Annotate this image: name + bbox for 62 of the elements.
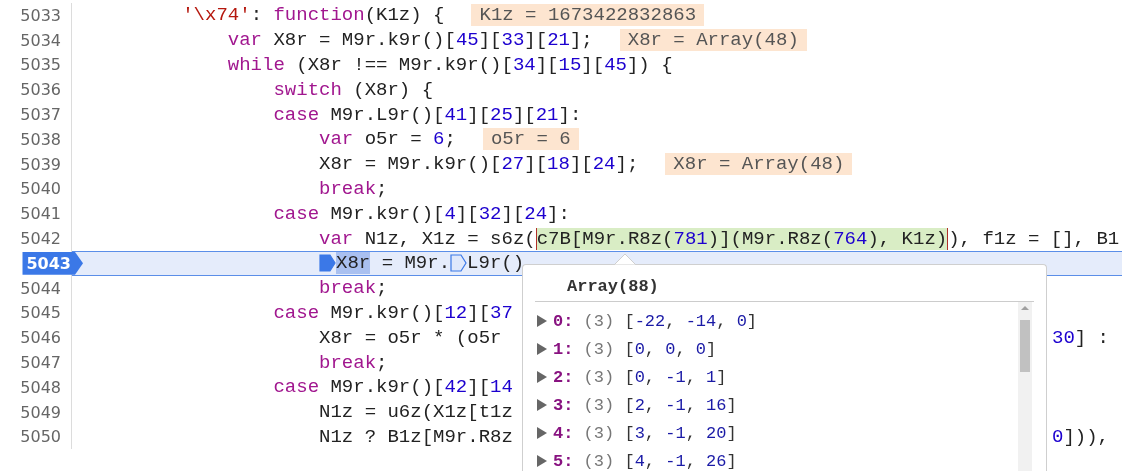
code-text: var o5r = 6; [319,128,456,151]
array-entry[interactable]: 5: (3) [4, -1, 26] [553,451,737,471]
array-entry[interactable]: 2: (3) [0, -1, 1] [553,367,727,387]
line-number[interactable]: 5047 [20,353,61,373]
code-text: break; [319,351,388,374]
code-text: 30] : [1052,326,1110,349]
code-text: while (X8r !== M9r.k9r()[34][15][45]) { [227,54,673,76]
code-text: break; [319,177,388,200]
line-number[interactable]: 5039 [20,154,61,174]
code-text: N1z = u6z(X1z[t1z [319,401,513,424]
code-text: var N1z, X1z = s6z( [319,227,536,250]
line-number[interactable]: 5036 [20,80,61,100]
inline-value: X8r = Array(48) [665,153,853,176]
array-entry[interactable]: 3: (3) [2, -1, 16] [553,395,737,415]
array-entry[interactable]: 1: (3) [0, 0, 0] [553,339,717,359]
line-number[interactable]: 5044 [20,278,61,298]
line-number[interactable]: 5038 [20,129,61,149]
code-text: var X8r = M9r.k9r()[45][33][21]; [227,29,593,52]
line-number[interactable]: 5033 [20,5,61,25]
expand-triangle-icon[interactable] [537,455,547,467]
code-text: N1z ? B1z[M9r.R8z [319,425,513,448]
code-text: 0])), [1052,425,1109,448]
step-marker-icon [450,254,468,273]
array-entry[interactable]: 4: (3) [3, -1, 20] [553,423,737,443]
line-number[interactable]: 5035 [20,55,61,75]
popover-title: Array(88) [567,277,659,296]
line-number[interactable]: 5049 [20,402,61,422]
inline-value: X8r = Array(48) [619,29,807,52]
expand-triangle-icon[interactable] [537,315,547,327]
expand-triangle-icon[interactable] [537,399,547,411]
inline-value: K1z = 1673422832863 [471,4,705,27]
scrollbar[interactable] [1018,302,1032,471]
code-text: switch (X8r) { [273,78,434,101]
code-text: ), f1z = [], B1 [948,227,1120,250]
inline-value: o5r = 6 [482,128,579,151]
line-number[interactable]: 5048 [20,377,61,397]
code-text: = M9r. [380,252,451,275]
expand-triangle-icon[interactable] [537,343,547,355]
code-text: X8r = o5r * (o5r [319,326,502,349]
code-text: case M9r.k9r()[12][37 [273,301,513,324]
scrollbar-thumb[interactable] [1020,320,1030,372]
code-text: case M9r.k9r()[42][14 [273,376,513,399]
code-text: X8r = M9r.k9r()[27][18][24]; [319,153,639,176]
line-number[interactable]: 5042 [20,229,61,249]
line-number[interactable]: 5045 [20,303,61,323]
line-number[interactable]: 5050 [20,427,61,447]
selected-variable: X8r [336,252,371,275]
code-text: '\x74': function(K1z) { [182,4,445,27]
code-text: break; [319,277,388,300]
line-number[interactable]: 5034 [20,30,61,50]
expand-triangle-icon[interactable] [537,371,547,383]
code-text: case M9r.L9r()[41][25][21]: [273,103,582,126]
line-number[interactable]: 5046 [20,328,61,348]
expand-triangle-icon[interactable] [537,427,547,439]
array-entry[interactable]: 0: (3) [-22, -14, 0] [553,311,758,331]
line-number[interactable]: 5040 [20,179,61,199]
code-text: L9r() [467,252,525,275]
line-number[interactable]: 5037 [20,105,61,125]
line-number[interactable]: 5041 [20,204,61,224]
current-line-number[interactable]: 5043 [22,251,83,275]
code-text: case M9r.k9r()[4][32][24]: [273,202,570,225]
evaluated-expression[interactable]: c7B[M9r.R8z(781)](M9r.R8z(764), K1z) [535,227,949,250]
